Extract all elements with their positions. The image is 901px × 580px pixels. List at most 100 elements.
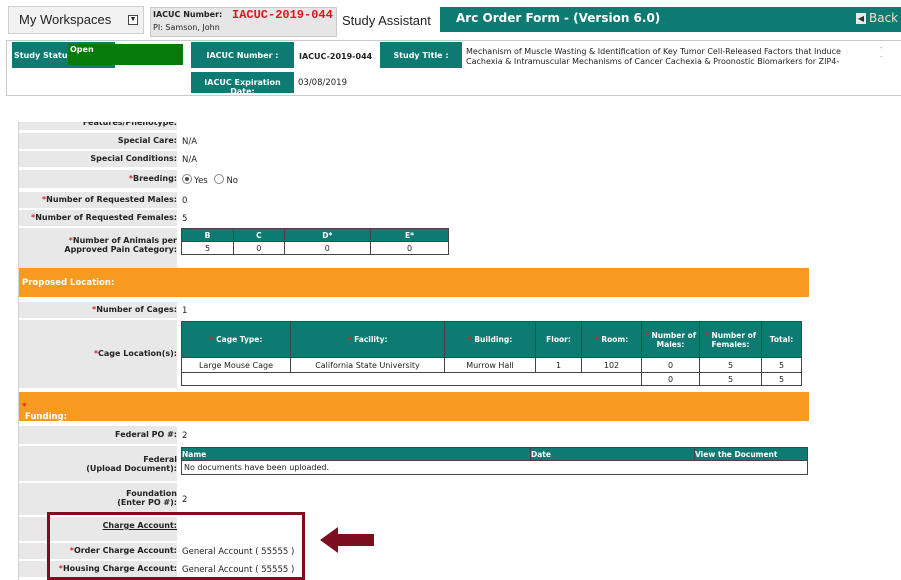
grand-total-cell: 5 [761,372,802,386]
cage-location-table: * Cage Type: * Facility: * Building: Flo… [181,321,802,386]
federal-label-line2: (Upload Document): [86,464,177,473]
females-label-text: Number of Requested Females: [35,213,177,222]
breeding-radio-group: Yes No [182,174,238,186]
table-row: Large Mouse Cage California State Univer… [181,357,802,373]
iacuc-number-label-2: IACUC Number : [206,51,279,60]
proposed-location-section: Proposed Location: [19,268,810,297]
study-status-label: Study Status: [14,51,76,60]
pain-header-c: C [233,228,285,242]
charge-account-highlight-box [47,512,305,580]
males-label: *Number of Requested Males: [19,192,177,208]
cages-value: 1 [182,306,188,316]
females-value: 5 [182,214,188,224]
funding-heading-text: Funding: [25,412,68,422]
breeding-no-label: No [226,176,238,186]
workspaces-label: My Workspaces [19,12,112,27]
special-care-value: N/A [182,137,198,147]
iacuc-number-label-cell: IACUC Number : [191,42,294,68]
iacuc-info-box: IACUC Number: IACUC-2019-044 PI: Samson,… [150,7,337,37]
cage-location-label: *Cage Location(s): [19,320,177,388]
pain-label-line2: Approved Pain Category: [64,245,177,254]
study-status-badge: Open [68,44,183,65]
females-label: *Number of Requested Females: [19,210,177,226]
special-conditions-label-text: Special Conditions: [90,154,177,163]
room-header-text: Room: [601,335,629,344]
building-cell: Murrow Hall [444,357,536,373]
facility-header: * Facility: [290,321,445,358]
males-col-header-text: Number of Males: [651,330,697,349]
males-value: 0 [182,196,188,206]
my-workspaces-menu[interactable]: My Workspaces ▼ [8,6,144,34]
federal-upload-label: Federal (Upload Document): [19,446,177,481]
males-total-cell: 0 [641,372,700,386]
room-header: * Room: [581,321,642,358]
doc-name-header: Name [181,447,531,461]
back-icon: ◀ [856,13,866,24]
iacuc-number-label: IACUC Number: [153,10,223,19]
foundation-value: 2 [182,495,188,505]
breeding-yes-radio[interactable] [182,174,192,184]
room-cell: 102 [581,357,642,373]
study-title-label: Study Title : [393,51,449,60]
males-label-text: Number of Requested Males: [46,195,177,204]
building-header-text: Building: [474,335,513,344]
special-conditions-value: N/A [182,155,198,165]
total-cell: 5 [761,357,802,373]
females-cell: 5 [699,357,762,373]
special-conditions-label: Special Conditions: [19,151,177,167]
cage-location-label-text: Cage Location(s): [98,349,177,358]
expiration-date: 03/08/2019 [298,78,347,88]
breeding-label-text: Breeding: [133,174,177,183]
pain-header-b: B [180,228,235,242]
scroll-handle-icon[interactable]: -- [880,44,896,64]
table-row: 0 5 5 [181,372,802,386]
dropdown-icon[interactable]: ▼ [128,15,138,25]
study-assistant-link[interactable]: Study Assistant [342,13,431,28]
breeding-label: *Breeding: [19,170,177,188]
federal-po-value: 2 [182,431,188,441]
building-header: * Building: [444,321,536,358]
pain-header-e: E* [370,228,449,242]
floor-cell: 1 [535,357,582,373]
study-title: Mechanism of Muscle Wasting & Identifica… [466,47,841,66]
pain-value-b: 5 [180,241,235,255]
federal-label-line1: Federal [143,455,177,464]
back-label: Back [869,11,899,25]
total-header: Total: [761,321,802,358]
study-title-label-cell: Study Title : [380,42,462,68]
pain-value-e: 0 [370,241,449,255]
back-button[interactable]: ◀ Back [856,11,898,25]
pi-name: PI: Samson, John [153,23,220,32]
proposed-location-heading: Proposed Location: [22,278,115,288]
floor-header: Floor: [535,321,582,358]
females-col-header-text: Number of Females: [711,330,757,349]
iacuc-number-value: IACUC-2019-044 [299,52,373,61]
federal-po-label-text: Federal PO #: [115,430,177,439]
form-title: Arc Order Form - (Version 6.0) [456,11,661,25]
special-care-label-text: Special Care: [117,136,177,145]
pain-header-d: D* [283,228,372,242]
iacuc-number: IACUC-2019-044 [232,8,333,22]
facility-header-text: Facility: [354,335,388,344]
cage-type-header: * Cage Type: [181,321,291,358]
cages-label: *Number of Cages: [19,302,177,318]
females-col-header: * Number of Females: [699,321,762,358]
right-gutter [809,122,901,580]
pain-category-table: B C D* E* 5 0 0 0 [180,228,449,255]
males-cell: 0 [641,357,700,373]
cage-type-header-text: Cage Type: [216,335,263,344]
breeding-yes-label: Yes [194,176,208,186]
totals-spacer-cell [181,372,642,386]
foundation-label: Foundation (Enter PO #): [19,483,177,515]
breeding-no-radio[interactable] [214,174,225,184]
males-col-header: * Number of Males: [641,321,700,358]
study-status-value: Open [70,45,94,54]
facility-cell: California State University [290,357,445,373]
pain-value-c: 0 [233,241,285,255]
special-care-label: Special Care: [19,133,177,149]
expiration-label: IACUC Expiration Date: [204,78,281,96]
foundation-label-line1: Foundation [126,489,177,498]
females-total-cell: 5 [699,372,762,386]
cut-off-label: Features/Phenotype: [19,122,177,130]
funding-section: * Funding: [19,392,810,422]
